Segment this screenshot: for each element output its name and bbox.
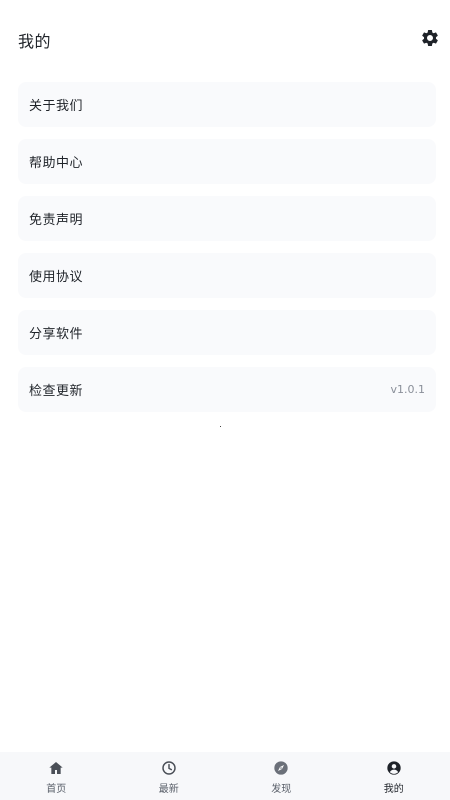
menu-item-label: 分享软件 <box>29 327 84 342</box>
compass-icon <box>273 759 290 776</box>
user-circle-icon <box>385 759 402 776</box>
profile-screen: 我的 关于我们 帮助中心 免责声明 使用协议 分享软件 检查更新 v1.0.1 <box>0 0 450 800</box>
menu-item-terms[interactable]: 使用协议 <box>18 253 436 298</box>
version-text: v1.0.1 <box>390 383 426 396</box>
tab-label: 首页 <box>46 784 67 795</box>
tab-label: 我的 <box>383 784 404 795</box>
menu-item-check-update[interactable]: 检查更新 v1.0.1 <box>18 367 436 412</box>
tab-latest[interactable]: 最新 <box>113 752 226 800</box>
tab-profile[interactable]: 我的 <box>338 752 450 800</box>
menu-item-label: 关于我们 <box>29 99 84 114</box>
clock-icon <box>160 759 177 776</box>
stray-dot <box>220 426 221 427</box>
settings-menu: 关于我们 帮助中心 免责声明 使用协议 分享软件 检查更新 v1.0.1 <box>18 82 436 424</box>
header: 我的 <box>0 0 450 78</box>
tab-label: 最新 <box>158 784 179 795</box>
menu-item-label: 帮助中心 <box>29 156 84 171</box>
tab-label: 发现 <box>271 784 292 795</box>
menu-item-label: 检查更新 <box>29 384 84 399</box>
menu-item-share[interactable]: 分享软件 <box>18 310 436 355</box>
tab-discover[interactable]: 发现 <box>225 752 338 800</box>
bottom-tab-bar: 首页 最新 发现 我的 <box>0 752 450 800</box>
menu-item-label: 使用协议 <box>29 270 84 285</box>
menu-item-disclaimer[interactable]: 免责声明 <box>18 196 436 241</box>
tab-home[interactable]: 首页 <box>0 752 113 800</box>
menu-item-about[interactable]: 关于我们 <box>18 82 436 127</box>
settings-button[interactable] <box>419 27 441 49</box>
page-title: 我的 <box>18 32 52 51</box>
gear-icon <box>422 29 438 46</box>
menu-item-label: 免责声明 <box>29 213 84 228</box>
home-icon <box>48 759 65 776</box>
menu-item-help[interactable]: 帮助中心 <box>18 139 436 184</box>
